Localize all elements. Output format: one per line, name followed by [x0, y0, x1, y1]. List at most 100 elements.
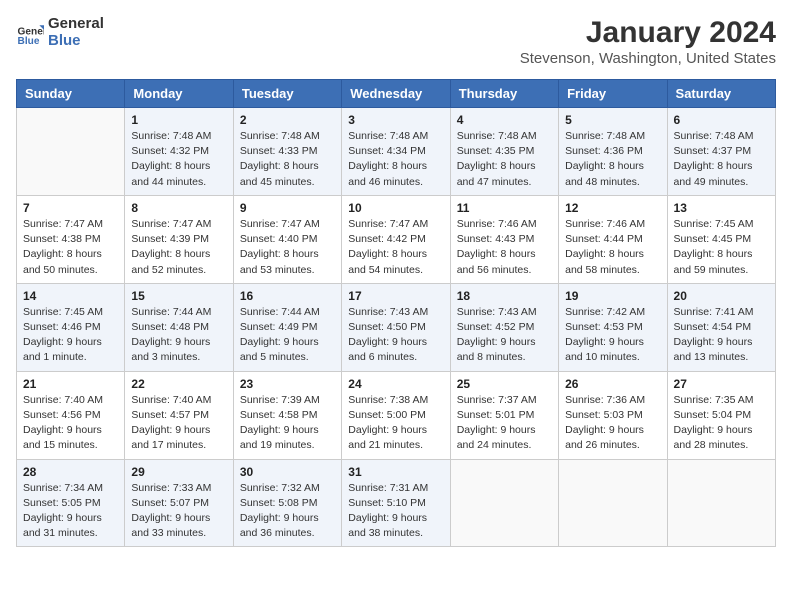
calendar-cell: 2Sunrise: 7:48 AMSunset: 4:33 PMDaylight…	[233, 108, 341, 196]
day-number: 30	[240, 465, 335, 479]
day-info: Sunrise: 7:46 AMSunset: 4:44 PMDaylight:…	[565, 217, 660, 278]
calendar-cell: 8 Sunrise: 7:47 AMSunset: 4:39 PMDaylight…	[125, 195, 233, 283]
day-number: 26	[565, 377, 660, 391]
day-info: Sunrise: 7:47 AMSunset: 4:38 PMDaylight:…	[23, 217, 118, 278]
day-number: 31	[348, 465, 443, 479]
svg-text:Blue: Blue	[18, 35, 40, 46]
weekday-header-saturday: Saturday	[667, 80, 775, 108]
calendar-cell: 9 Sunrise: 7:47 AMSunset: 4:40 PMDaylight…	[233, 195, 341, 283]
day-info: Sunrise: 7:47 AMSunset: 4:40 PMDaylight:…	[240, 217, 335, 278]
page-subtitle: Stevenson, Washington, United States	[520, 50, 776, 67]
day-number: 11	[457, 201, 552, 215]
weekday-header-friday: Friday	[559, 80, 667, 108]
calendar-cell: 4 Sunrise: 7:48 AMSunset: 4:35 PMDaylight…	[450, 108, 558, 196]
calendar-cell: 20 Sunrise: 7:41 AMSunset: 4:54 PMDayligh…	[667, 283, 775, 371]
day-number: 2	[240, 113, 335, 127]
calendar-cell: 5Sunrise: 7:48 AMSunset: 4:36 PMDaylight…	[559, 108, 667, 196]
day-number: 7	[23, 201, 118, 215]
day-info: Sunrise: 7:45 AMSunset: 4:46 PMDaylight:…	[23, 305, 118, 366]
calendar-cell	[559, 459, 667, 547]
day-info: Sunrise: 7:43 AMSunset: 4:52 PMDaylight:…	[457, 305, 552, 366]
calendar-cell: 30 Sunrise: 7:32 AMSunset: 5:08 PMDayligh…	[233, 459, 341, 547]
day-info: Sunrise: 7:48 AMSunset: 4:36 PMDaylight:…	[565, 129, 660, 190]
calendar-week-3: 14 Sunrise: 7:45 AMSunset: 4:46 PMDayligh…	[17, 283, 776, 371]
day-number: 4	[457, 113, 552, 127]
day-info: Sunrise: 7:46 AMSunset: 4:43 PMDaylight:…	[457, 217, 552, 278]
day-number: 14	[23, 289, 118, 303]
calendar-cell: 6 Sunrise: 7:48 AMSunset: 4:37 PMDaylight…	[667, 108, 775, 196]
day-number: 27	[674, 377, 769, 391]
weekday-header-wednesday: Wednesday	[342, 80, 450, 108]
day-number: 15	[131, 289, 226, 303]
day-number: 19	[565, 289, 660, 303]
day-number: 21	[23, 377, 118, 391]
weekday-header-tuesday: Tuesday	[233, 80, 341, 108]
day-number: 10	[348, 201, 443, 215]
day-number: 1	[131, 113, 226, 127]
day-info: Sunrise: 7:35 AMSunset: 5:04 PMDaylight:…	[674, 393, 769, 454]
calendar-cell: 24 Sunrise: 7:38 AMSunset: 5:00 PMDayligh…	[342, 371, 450, 459]
day-number: 20	[674, 289, 769, 303]
day-info: Sunrise: 7:47 AMSunset: 4:42 PMDaylight:…	[348, 217, 443, 278]
day-info: Sunrise: 7:44 AMSunset: 4:48 PMDaylight:…	[131, 305, 226, 366]
calendar-week-1: 1 Sunrise: 7:48 AMSunset: 4:32 PMDaylight…	[17, 108, 776, 196]
day-number: 9	[240, 201, 335, 215]
day-info: Sunrise: 7:34 AMSunset: 5:05 PMDaylight:…	[23, 481, 118, 542]
calendar-cell: 23 Sunrise: 7:39 AMSunset: 4:58 PMDayligh…	[233, 371, 341, 459]
day-number: 18	[457, 289, 552, 303]
calendar-cell: 22 Sunrise: 7:40 AMSunset: 4:57 PMDayligh…	[125, 371, 233, 459]
calendar-cell: 19 Sunrise: 7:42 AMSunset: 4:53 PMDayligh…	[559, 283, 667, 371]
calendar-week-2: 7 Sunrise: 7:47 AMSunset: 4:38 PMDaylight…	[17, 195, 776, 283]
calendar-cell: 26 Sunrise: 7:36 AMSunset: 5:03 PMDayligh…	[559, 371, 667, 459]
calendar-cell: 13Sunrise: 7:45 AMSunset: 4:45 PMDayligh…	[667, 195, 775, 283]
day-info: Sunrise: 7:40 AMSunset: 4:56 PMDaylight:…	[23, 393, 118, 454]
day-info: Sunrise: 7:40 AMSunset: 4:57 PMDaylight:…	[131, 393, 226, 454]
calendar-cell: 31 Sunrise: 7:31 AMSunset: 5:10 PMDayligh…	[342, 459, 450, 547]
day-info: Sunrise: 7:39 AMSunset: 4:58 PMDaylight:…	[240, 393, 335, 454]
calendar-cell: 25Sunrise: 7:37 AMSunset: 5:01 PMDayligh…	[450, 371, 558, 459]
page-header: General Blue General Blue January 2024 S…	[16, 16, 776, 67]
day-info: Sunrise: 7:48 AMSunset: 4:34 PMDaylight:…	[348, 129, 443, 190]
calendar-cell: 21 Sunrise: 7:40 AMSunset: 4:56 PMDayligh…	[17, 371, 125, 459]
calendar-cell	[450, 459, 558, 547]
weekday-header-sunday: Sunday	[17, 80, 125, 108]
day-number: 22	[131, 377, 226, 391]
day-number: 8	[131, 201, 226, 215]
calendar-week-4: 21 Sunrise: 7:40 AMSunset: 4:56 PMDayligh…	[17, 371, 776, 459]
day-number: 3	[348, 113, 443, 127]
day-number: 6	[674, 113, 769, 127]
calendar-cell: 12Sunrise: 7:46 AMSunset: 4:44 PMDayligh…	[559, 195, 667, 283]
day-number: 28	[23, 465, 118, 479]
logo-icon: General Blue	[16, 19, 44, 47]
day-number: 24	[348, 377, 443, 391]
calendar-cell: 14 Sunrise: 7:45 AMSunset: 4:46 PMDayligh…	[17, 283, 125, 371]
page-title: January 2024	[520, 16, 776, 50]
day-info: Sunrise: 7:43 AMSunset: 4:50 PMDaylight:…	[348, 305, 443, 366]
calendar-cell: 10 Sunrise: 7:47 AMSunset: 4:42 PMDayligh…	[342, 195, 450, 283]
calendar-cell	[667, 459, 775, 547]
title-block: January 2024 Stevenson, Washington, Unit…	[520, 16, 776, 67]
day-info: Sunrise: 7:48 AMSunset: 4:35 PMDaylight:…	[457, 129, 552, 190]
day-number: 16	[240, 289, 335, 303]
calendar-cell: 11 Sunrise: 7:46 AMSunset: 4:43 PMDayligh…	[450, 195, 558, 283]
day-info: Sunrise: 7:32 AMSunset: 5:08 PMDaylight:…	[240, 481, 335, 542]
day-info: Sunrise: 7:42 AMSunset: 4:53 PMDaylight:…	[565, 305, 660, 366]
day-info: Sunrise: 7:47 AMSunset: 4:39 PMDaylight:…	[131, 217, 226, 278]
day-number: 23	[240, 377, 335, 391]
day-info: Sunrise: 7:33 AMSunset: 5:07 PMDaylight:…	[131, 481, 226, 542]
logo-text: General Blue	[48, 16, 104, 49]
day-number: 25	[457, 377, 552, 391]
day-info: Sunrise: 7:36 AMSunset: 5:03 PMDaylight:…	[565, 393, 660, 454]
calendar-cell: 17Sunrise: 7:43 AMSunset: 4:50 PMDayligh…	[342, 283, 450, 371]
calendar-table: SundayMondayTuesdayWednesdayThursdayFrid…	[16, 79, 776, 547]
day-info: Sunrise: 7:31 AMSunset: 5:10 PMDaylight:…	[348, 481, 443, 542]
day-info: Sunrise: 7:48 AMSunset: 4:32 PMDaylight:…	[131, 129, 226, 190]
day-info: Sunrise: 7:44 AMSunset: 4:49 PMDaylight:…	[240, 305, 335, 366]
day-number: 29	[131, 465, 226, 479]
day-info: Sunrise: 7:41 AMSunset: 4:54 PMDaylight:…	[674, 305, 769, 366]
weekday-header-thursday: Thursday	[450, 80, 558, 108]
day-info: Sunrise: 7:48 AMSunset: 4:37 PMDaylight:…	[674, 129, 769, 190]
calendar-cell: 27 Sunrise: 7:35 AMSunset: 5:04 PMDayligh…	[667, 371, 775, 459]
weekday-header-monday: Monday	[125, 80, 233, 108]
day-info: Sunrise: 7:38 AMSunset: 5:00 PMDaylight:…	[348, 393, 443, 454]
